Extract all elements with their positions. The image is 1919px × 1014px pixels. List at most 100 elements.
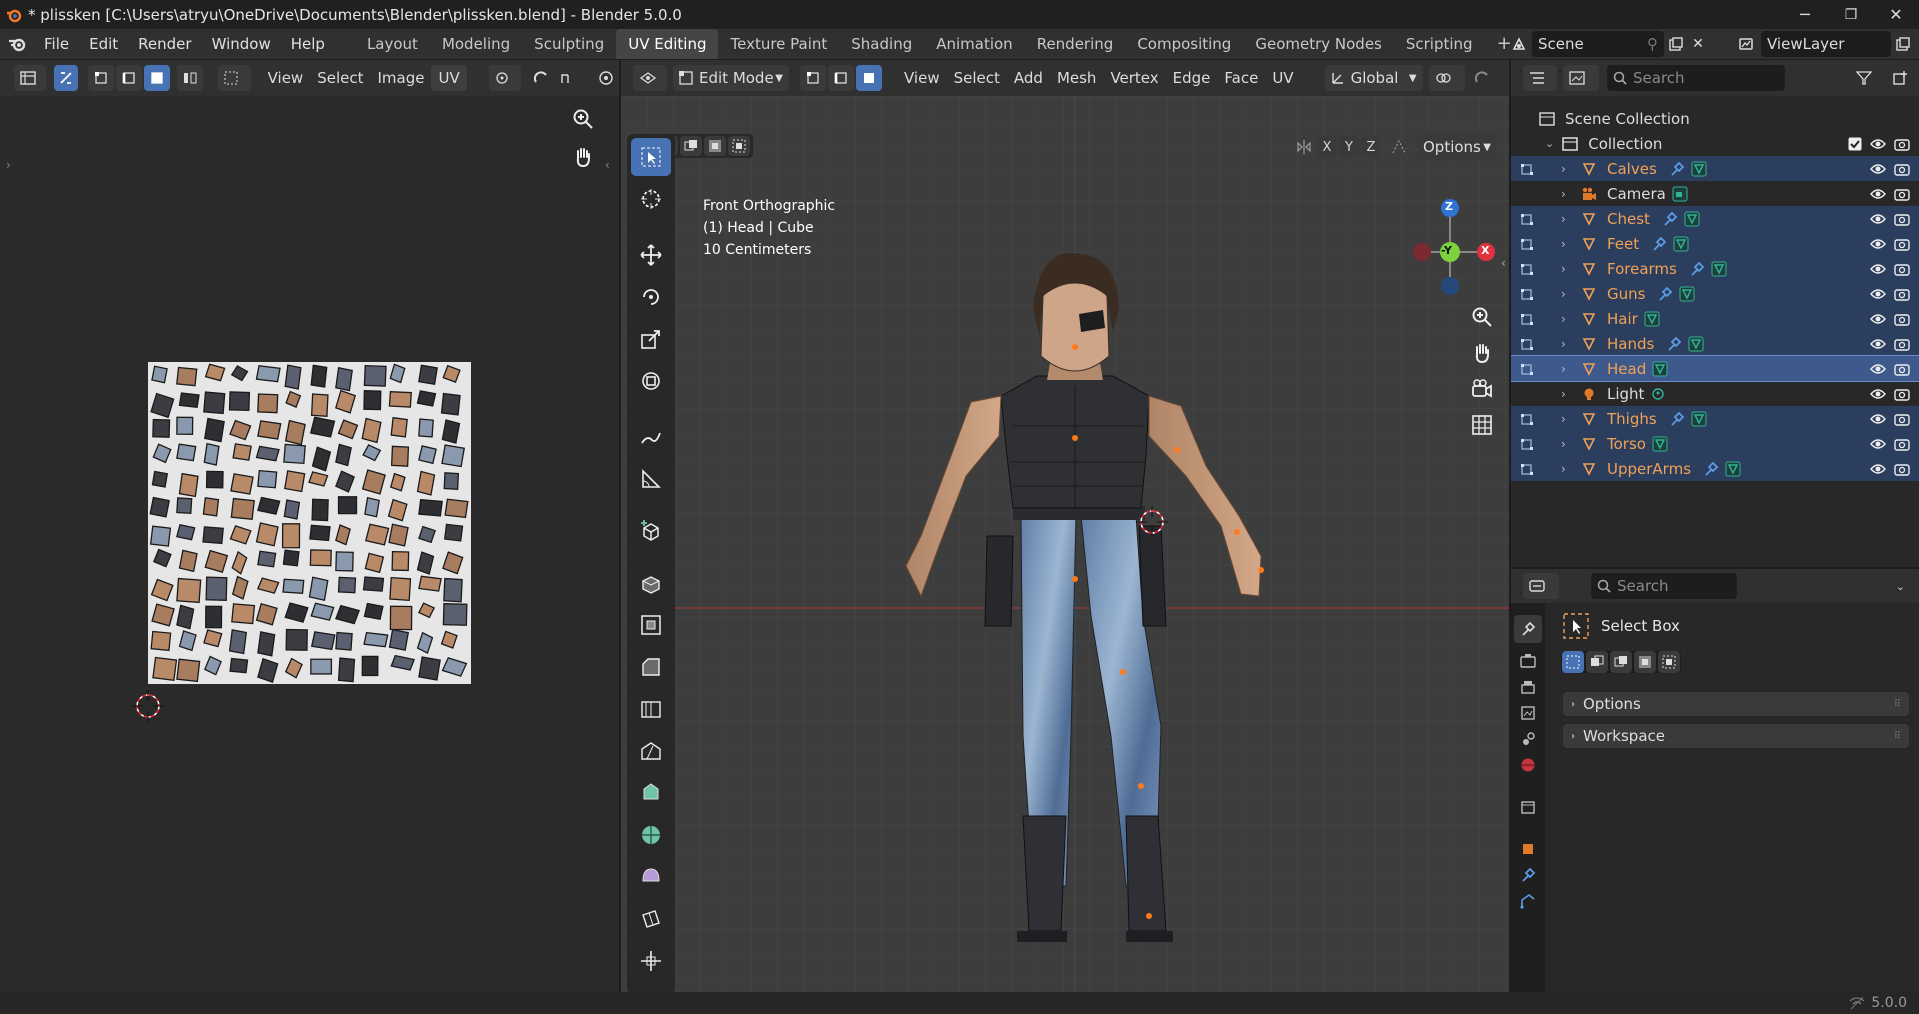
eye-icon[interactable] — [1870, 213, 1886, 225]
new-view-layer-icon[interactable] — [1891, 37, 1915, 51]
object-tab-icon[interactable] — [1520, 841, 1536, 857]
edit-mode-toggle-icon[interactable] — [1521, 462, 1537, 476]
prop-select-invert-icon[interactable] — [1634, 651, 1656, 673]
restore-button[interactable]: ❐ — [1828, 0, 1874, 29]
viewport-canvas[interactable]: Z -Y X Front Orthographic (1) Head | Cub… — [621, 96, 1509, 992]
viewport-pan-icon[interactable] — [1471, 342, 1493, 364]
prop-select-new-icon[interactable] — [1562, 651, 1584, 673]
expand-arrow-icon[interactable]: › — [1561, 412, 1571, 426]
menu-render[interactable]: Render — [128, 29, 201, 59]
proportional-edit-icon[interactable] — [594, 65, 618, 91]
eye-icon[interactable] — [1870, 238, 1886, 250]
spin-tool-icon[interactable] — [631, 816, 671, 854]
move-tool-icon[interactable] — [631, 236, 671, 274]
rotate-tool-icon[interactable] — [631, 278, 671, 316]
mirror-icon[interactable] — [1293, 136, 1315, 158]
new-scene-icon[interactable] — [1664, 37, 1688, 51]
pivot-point-dropdown[interactable] — [1428, 65, 1465, 91]
render-camera-icon[interactable] — [1894, 412, 1910, 426]
modifier-wrench-icon[interactable] — [1703, 461, 1719, 477]
tab-shading[interactable]: Shading — [839, 29, 924, 59]
select-subtract-icon[interactable] — [680, 136, 702, 156]
eye-icon[interactable] — [1870, 413, 1886, 425]
tool-tab-icon[interactable] — [1514, 615, 1542, 643]
view-layer-tab-icon[interactable] — [1520, 705, 1536, 721]
mesh-data-icon[interactable] — [1652, 436, 1668, 452]
world-tab-icon[interactable] — [1520, 757, 1536, 773]
vertex-select-icon[interactable] — [88, 65, 115, 91]
modifier-tab-icon[interactable] — [1520, 867, 1536, 883]
zoom-icon[interactable] — [572, 108, 594, 130]
viewport-menu-select[interactable]: Select — [947, 65, 1007, 91]
modifier-wrench-icon[interactable] — [1651, 236, 1667, 252]
vertex-mode-icon[interactable] — [800, 65, 826, 91]
output-tab-icon[interactable] — [1520, 679, 1536, 695]
knife-tool-icon[interactable] — [631, 732, 671, 770]
eye-icon[interactable] — [1870, 338, 1886, 350]
modifier-wrench-icon[interactable] — [1669, 411, 1685, 427]
delete-view-layer-icon[interactable]: ✕ — [1915, 36, 1919, 52]
expand-arrow-icon[interactable]: › — [1561, 237, 1571, 251]
eye-icon[interactable] — [1870, 138, 1886, 150]
outliner-row-calves[interactable]: › Calves — [1511, 156, 1919, 181]
tab-rendering[interactable]: Rendering — [1025, 29, 1126, 59]
collection-expand-icon[interactable]: ⌄ — [1545, 137, 1554, 150]
render-camera-icon[interactable] — [1894, 262, 1910, 276]
mesh-data-icon[interactable] — [1688, 336, 1704, 352]
add-cube-tool-icon[interactable] — [631, 512, 671, 550]
tab-modeling[interactable]: Modeling — [430, 29, 522, 59]
viewport-zoom-icon[interactable] — [1471, 306, 1493, 328]
expand-arrow-icon[interactable]: › — [1561, 212, 1571, 226]
topology-mirror-icon[interactable] — [1388, 136, 1410, 158]
edit-mode-toggle-icon[interactable] — [1521, 312, 1537, 326]
filter-dropdown[interactable] — [1850, 65, 1886, 91]
view-layer-selector[interactable]: ViewLayer ✕ — [1731, 31, 1919, 57]
outliner-row-hands[interactable]: › Hands — [1511, 331, 1919, 356]
expand-arrow-icon[interactable]: › — [1561, 312, 1571, 326]
outliner-row-camera[interactable]: › Camera — [1511, 181, 1919, 206]
mesh-data-icon[interactable] — [1673, 236, 1689, 252]
render-camera-icon[interactable] — [1894, 387, 1910, 401]
options-dropdown[interactable]: Options ▼ — [1417, 134, 1497, 160]
tab-compositing[interactable]: Compositing — [1125, 29, 1243, 59]
edge-mode-icon[interactable] — [828, 65, 854, 91]
render-camera-icon[interactable] — [1894, 187, 1910, 201]
edit-mode-toggle-icon[interactable] — [1521, 237, 1537, 251]
tab-uv-editing[interactable]: UV Editing — [616, 29, 719, 59]
blender-menu-icon[interactable] — [0, 36, 34, 52]
eye-icon[interactable] — [1870, 263, 1886, 275]
select-intersect-icon[interactable] — [728, 136, 750, 156]
select-box-tool-icon[interactable] — [631, 138, 671, 176]
mesh-data-icon[interactable] — [1711, 261, 1727, 277]
poly-build-tool-icon[interactable] — [631, 774, 671, 812]
scene-selector[interactable]: Scene ⚲ ✕ — [1506, 31, 1708, 57]
transform-orientation-dropdown[interactable]: Global ▼ — [1324, 65, 1423, 91]
tab-geometry-nodes[interactable]: Geometry Nodes — [1243, 29, 1394, 59]
tab-sculpting[interactable]: Sculpting — [522, 29, 616, 59]
viewport-menu-view[interactable]: View — [897, 65, 947, 91]
modifier-wrench-icon[interactable] — [1657, 286, 1673, 302]
scene-collection-row[interactable]: Scene Collection — [1511, 106, 1919, 131]
camera-data-icon[interactable] — [1672, 186, 1688, 202]
expand-toolbar-icon[interactable]: › — [6, 158, 11, 172]
render-camera-icon[interactable] — [1894, 162, 1910, 176]
mesh-data-icon[interactable] — [1684, 211, 1700, 227]
options-panel-header[interactable]: › Options ⠿ — [1563, 692, 1909, 716]
viewport-menu-mesh[interactable]: Mesh — [1050, 65, 1104, 91]
eye-icon[interactable] — [1870, 388, 1886, 400]
data-tab-icon[interactable] — [1520, 893, 1536, 909]
tab-scripting[interactable]: Scripting — [1394, 29, 1485, 59]
mesh-data-icon[interactable] — [1691, 161, 1707, 177]
eye-icon[interactable] — [1870, 288, 1886, 300]
properties-search-field[interactable]: Search — [1591, 573, 1737, 599]
eye-icon[interactable] — [1870, 163, 1886, 175]
editor-type-uv-dropdown[interactable] — [14, 65, 47, 91]
annotate-tool-icon[interactable] — [631, 418, 671, 456]
cursor-tool-icon[interactable] — [631, 180, 671, 218]
mesh-data-icon[interactable] — [1691, 411, 1707, 427]
menu-edit[interactable]: Edit — [79, 29, 128, 59]
uv-menu-select[interactable]: Select — [310, 65, 370, 91]
view-layer-name-field[interactable]: ViewLayer — [1761, 31, 1891, 57]
drag-handle-icon[interactable]: ⠿ — [1894, 731, 1901, 742]
measure-tool-icon[interactable] — [631, 460, 671, 498]
